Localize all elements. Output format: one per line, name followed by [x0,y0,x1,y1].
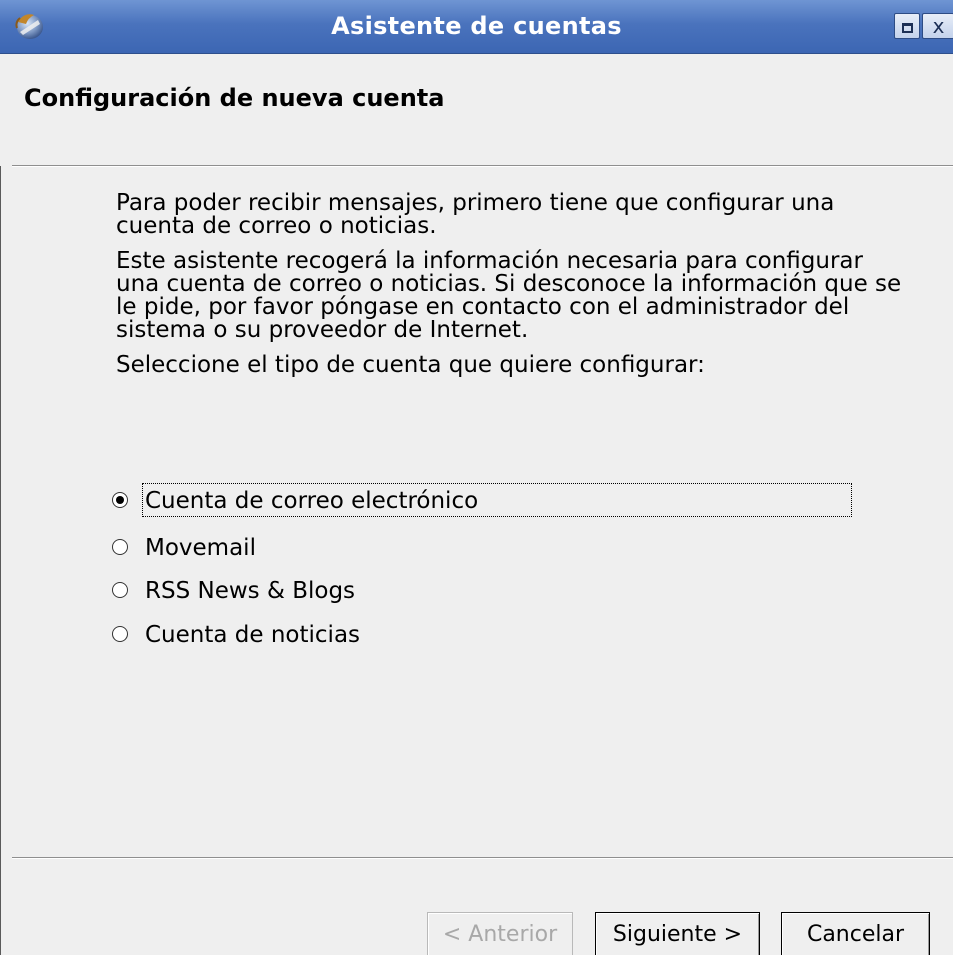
window-title: Asistente de cuentas [331,12,622,40]
radio-button-icon[interactable] [112,626,128,642]
wizard-header: Configuración de nueva cuenta [0,54,953,166]
wizard-content: Para poder recibir mensajes, primero tie… [116,192,906,389]
cancel-button[interactable]: Cancelar [781,912,930,955]
account-wizard-window: Asistente de cuentas x Configuración de … [0,0,953,955]
back-button[interactable]: < Anterior [427,912,573,955]
next-button[interactable]: Siguiente > [595,912,760,955]
radio-label-news-account[interactable]: Cuenta de noticias [143,618,362,650]
radio-button-icon[interactable] [112,539,128,555]
description-text: Este asistente recogerá la información n… [116,248,902,343]
window-border [0,54,1,955]
intro-text: Para poder recibir mensajes, primero tie… [116,190,835,239]
close-icon: x [932,14,945,38]
header-divider [12,165,953,167]
radio-rss-news-blogs[interactable]: RSS News & Blogs [112,570,357,610]
page-title: Configuración de nueva cuenta [24,84,445,112]
radio-button-icon[interactable] [112,582,128,598]
radio-email-account[interactable]: Cuenta de correo electrónico [112,480,852,520]
maximize-button[interactable] [894,13,920,39]
radio-news-account[interactable]: Cuenta de noticias [112,614,362,654]
radio-button-checked-icon[interactable] [112,492,128,508]
account-type-prompt: Seleccione el tipo de cuenta que quiere … [116,352,705,378]
maximize-icon [901,23,913,33]
footer-divider [12,857,953,859]
radio-label-email-account[interactable]: Cuenta de correo electrónico [142,483,852,517]
radio-movemail[interactable]: Movemail [112,527,258,567]
radio-label-rss-news-blogs[interactable]: RSS News & Blogs [143,574,357,606]
radio-label-movemail[interactable]: Movemail [143,531,258,563]
title-bar[interactable]: Asistente de cuentas x [0,0,953,54]
close-button[interactable]: x [922,13,953,39]
